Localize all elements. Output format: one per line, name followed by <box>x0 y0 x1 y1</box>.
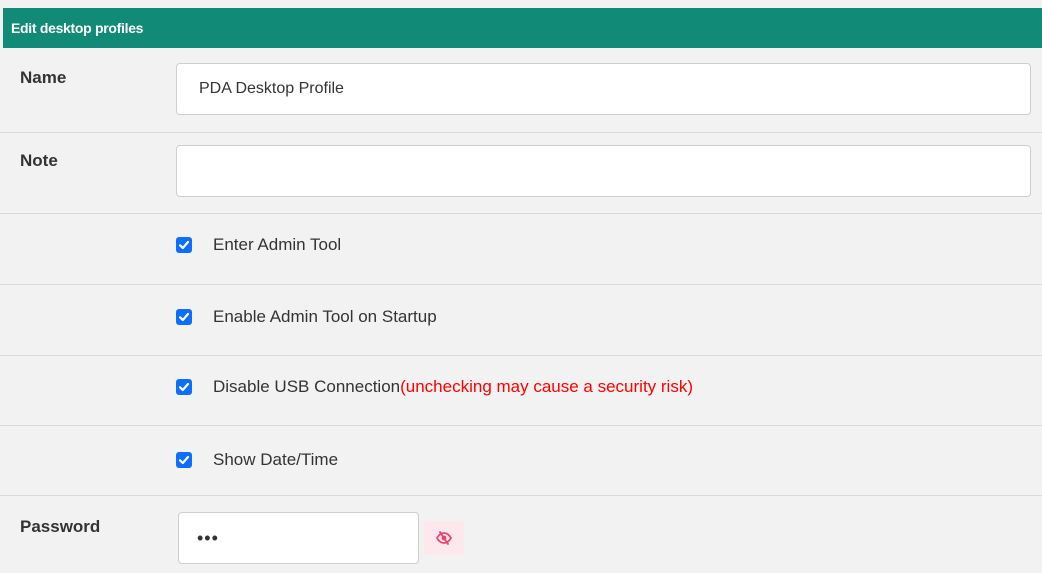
toggle-password-visibility-button[interactable] <box>424 521 464 555</box>
note-label: Note <box>20 151 58 170</box>
row-divider <box>0 425 1042 426</box>
show-date-time-label: Show Date/Time <box>213 450 339 469</box>
show-date-time-checkbox[interactable] <box>176 452 192 468</box>
row-divider <box>0 213 1042 214</box>
password-input[interactable] <box>178 512 419 564</box>
row-divider <box>0 495 1042 496</box>
eye-slash-icon <box>436 531 452 545</box>
disable-usb-connection-label: Disable USB Connection <box>213 377 401 396</box>
name-label: Name <box>20 68 67 87</box>
disable-usb-connection-checkbox[interactable] <box>176 379 192 395</box>
enter-admin-tool-label: Enter Admin Tool <box>213 235 342 254</box>
check-icon <box>178 382 190 392</box>
check-icon <box>178 455 190 465</box>
enter-admin-tool-option[interactable]: Enter Admin Tool <box>176 235 341 255</box>
row-divider <box>0 355 1042 356</box>
show-date-time-option[interactable]: Show Date/Time <box>176 450 338 470</box>
security-risk-warning: (unchecking may cause a security risk) <box>400 377 693 396</box>
enter-admin-tool-checkbox[interactable] <box>176 237 192 253</box>
panel-title: Edit desktop profiles <box>3 8 1042 48</box>
row-divider <box>0 284 1042 285</box>
edit-desktop-profile-panel: Edit desktop profiles Name Note Enter Ad… <box>0 0 1042 573</box>
password-label: Password <box>20 517 101 536</box>
enable-admin-tool-startup-label: Enable Admin Tool on Startup <box>213 307 437 326</box>
enable-admin-tool-startup-option[interactable]: Enable Admin Tool on Startup <box>176 307 437 327</box>
enable-admin-tool-startup-checkbox[interactable] <box>176 309 192 325</box>
check-icon <box>178 240 190 250</box>
name-input[interactable] <box>176 63 1031 115</box>
check-icon <box>178 312 190 322</box>
note-input[interactable] <box>176 145 1031 197</box>
disable-usb-connection-option[interactable]: Disable USB Connection (unchecking may ca… <box>176 377 693 397</box>
row-divider <box>0 132 1042 133</box>
